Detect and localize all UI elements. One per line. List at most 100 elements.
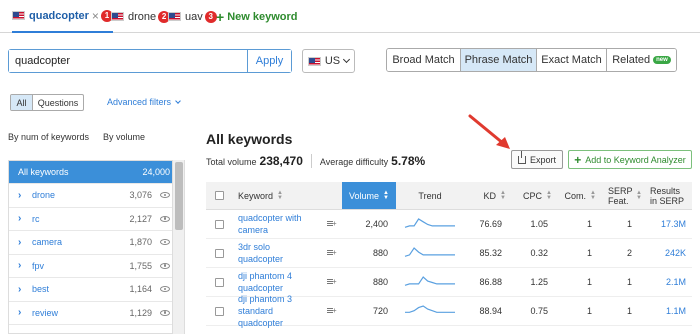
all-filter-button[interactable]: All bbox=[11, 95, 33, 110]
chevron-right-icon[interactable]: › bbox=[18, 284, 32, 295]
step-badge: 3 bbox=[204, 10, 217, 23]
trend-sparkline bbox=[404, 276, 455, 286]
group-label: camera bbox=[32, 237, 63, 248]
header-kd[interactable]: KD ▲ ▼ bbox=[464, 182, 510, 209]
export-button[interactable]: Export bbox=[511, 150, 563, 169]
chevron-right-icon[interactable]: › bbox=[18, 237, 32, 248]
header-volume[interactable]: Volume ▲ ▼ bbox=[342, 182, 396, 209]
tab-by-num-keywords[interactable]: By num of keywords bbox=[8, 132, 89, 146]
serp-features-cell[interactable]: 1 bbox=[600, 306, 646, 316]
group-item-all-keywords[interactable]: All keywords 24,000 bbox=[9, 161, 184, 184]
us-flag-icon bbox=[111, 12, 124, 21]
header-keyword[interactable]: Keyword ▲ ▼ bbox=[232, 182, 342, 209]
apply-button[interactable]: Apply bbox=[247, 50, 291, 72]
row-select-cell bbox=[206, 248, 232, 258]
header-competition[interactable]: Com. ▲ ▼ bbox=[556, 182, 600, 209]
annotation-arrow bbox=[468, 114, 510, 149]
chevron-right-icon[interactable]: › bbox=[18, 260, 32, 271]
serp-features-cell[interactable]: 2 bbox=[600, 248, 646, 258]
group-sort-tabs: By num of keywords By volume bbox=[8, 132, 145, 146]
row-checkbox[interactable] bbox=[214, 219, 224, 229]
volume-cell: 720 bbox=[372, 306, 388, 316]
add-to-keyword-analyzer-button[interactable]: + Add to Keyword Analyzer bbox=[568, 150, 692, 169]
keyword-link[interactable]: quadcopter with camera bbox=[238, 212, 302, 236]
new-keyword-button[interactable]: + New keyword bbox=[216, 0, 298, 33]
add-to-list-icon[interactable] bbox=[327, 277, 337, 286]
group-label: review bbox=[32, 307, 59, 318]
group-item[interactable]: › review 1,129 bbox=[9, 302, 184, 325]
close-icon[interactable]: × bbox=[92, 9, 99, 23]
keyword-link[interactable]: dji phantom 3 standard quadcopter bbox=[238, 293, 292, 329]
sort-icon: ▲ ▼ bbox=[590, 189, 596, 201]
tab-quadcopter[interactable]: quadcopter × 1 bbox=[12, 0, 113, 33]
keyword-text: standard bbox=[238, 306, 274, 316]
results-cell[interactable]: 2.1M bbox=[646, 277, 692, 287]
exact-match-button[interactable]: Exact Match bbox=[537, 49, 607, 71]
select-all-checkbox[interactable] bbox=[214, 191, 224, 200]
phrase-match-button[interactable]: Phrase Match bbox=[461, 49, 537, 71]
eye-icon[interactable] bbox=[160, 215, 170, 222]
add-to-list-icon[interactable] bbox=[327, 219, 337, 228]
kd-cell: 76.69 bbox=[479, 219, 502, 229]
eye-icon[interactable] bbox=[160, 286, 170, 293]
group-item[interactable]: › best 1,164 bbox=[9, 278, 184, 302]
scrollbar-thumb[interactable] bbox=[175, 162, 183, 230]
eye-icon[interactable] bbox=[160, 309, 170, 316]
add-to-list-icon[interactable] bbox=[327, 306, 337, 315]
advanced-filters-toggle[interactable]: Advanced filters bbox=[107, 97, 181, 107]
row-checkbox[interactable] bbox=[214, 248, 224, 258]
related-button[interactable]: Related new bbox=[607, 49, 676, 71]
eye-icon[interactable] bbox=[160, 262, 170, 269]
table-row: dji phantom 3 standard quadcopter 720 88.9… bbox=[206, 294, 692, 328]
header-label: SERP Feat. bbox=[608, 185, 633, 206]
broad-match-button[interactable]: Broad Match bbox=[387, 49, 461, 71]
keyword-text: quadcopter bbox=[238, 318, 284, 328]
serp-features-cell[interactable]: 1 bbox=[600, 219, 646, 229]
results-cell[interactable]: 1.1M bbox=[646, 306, 692, 316]
sort-icon: ▲ ▼ bbox=[636, 189, 642, 201]
total-volume-label: Total volume bbox=[206, 157, 257, 167]
chevron-right-icon[interactable]: › bbox=[18, 190, 32, 201]
table-row: quadcopter with camera 2,400 76.69 1.05 1… bbox=[206, 210, 692, 239]
country-select[interactable]: US bbox=[302, 49, 355, 73]
tab-by-volume[interactable]: By volume bbox=[103, 132, 145, 146]
group-item[interactable]: › rc 2,127 bbox=[9, 208, 184, 231]
results-cell[interactable]: 242K bbox=[646, 248, 692, 258]
search-input[interactable] bbox=[9, 50, 247, 72]
row-checkbox[interactable] bbox=[214, 306, 224, 316]
questions-filter-button[interactable]: Questions bbox=[33, 95, 83, 110]
group-label: fpv bbox=[32, 260, 45, 271]
row-checkbox[interactable] bbox=[214, 277, 224, 287]
kd-cell: 85.32 bbox=[479, 248, 502, 258]
add-to-list-icon[interactable] bbox=[327, 248, 337, 257]
group-label: best bbox=[32, 284, 50, 295]
volume-cell: 880 bbox=[372, 248, 388, 258]
eye-icon[interactable] bbox=[160, 192, 170, 199]
header-serp-features[interactable]: SERP Feat. ▲ ▼ bbox=[600, 182, 646, 209]
search-box: Apply bbox=[8, 49, 292, 73]
table-header: Keyword ▲ ▼ Volume ▲ ▼ Trend KD ▲ ▼ CPC ▲ ▼ … bbox=[206, 182, 692, 210]
results-cell[interactable]: 17.3M bbox=[646, 219, 692, 229]
keyword-link[interactable]: dji phantom 4 quadcopter bbox=[238, 270, 292, 294]
tab-drone[interactable]: drone 2 bbox=[111, 0, 171, 33]
new-badge: new bbox=[653, 56, 671, 64]
tab-uav[interactable]: uav 3 bbox=[168, 0, 217, 33]
header-cpc[interactable]: CPC ▲ ▼ bbox=[510, 182, 556, 209]
eye-icon[interactable] bbox=[160, 239, 170, 246]
keyword-link[interactable]: 3dr solo quadcopter bbox=[238, 241, 283, 265]
serp-features-cell[interactable]: 1 bbox=[600, 277, 646, 287]
group-item[interactable]: › fpv 1,755 bbox=[9, 255, 184, 278]
group-item[interactable]: › drone 3,076 bbox=[9, 184, 184, 208]
trend-sparkline bbox=[405, 305, 455, 313]
summary-stats: Total volume 238,470 Average difficulty … bbox=[206, 154, 425, 168]
volume-cell: 2,400 bbox=[365, 219, 388, 229]
group-count: 2,127 bbox=[129, 213, 152, 224]
chevron-right-icon[interactable]: › bbox=[18, 307, 32, 318]
header-results[interactable]: Results in SERP bbox=[646, 182, 692, 209]
sidebar-scrollbar[interactable] bbox=[172, 160, 184, 334]
us-flag-icon bbox=[12, 11, 25, 20]
sort-icon: ▲ ▼ bbox=[383, 189, 389, 201]
group-item[interactable]: › camera 1,870 bbox=[9, 231, 184, 255]
keyword-tabs: quadcopter × 1 drone 2 uav 3 + New keywo… bbox=[0, 0, 700, 33]
chevron-right-icon[interactable]: › bbox=[18, 213, 32, 224]
